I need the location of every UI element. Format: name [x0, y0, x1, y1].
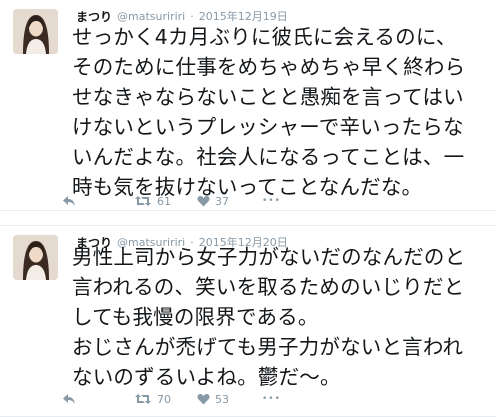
- tweet-1[interactable]: まつり @matsuririri · 2015年12月19日 せっかく4カ月ぶり…: [0, 0, 496, 211]
- avatar[interactable]: [13, 235, 58, 280]
- tweet-text-line: いんだよな。社会人になるってことは、一: [72, 145, 465, 169]
- like-count: 37: [215, 194, 229, 208]
- heart-icon: [197, 394, 210, 405]
- reply-button[interactable]: [62, 393, 76, 405]
- more-button[interactable]: •••: [262, 394, 281, 404]
- tweet-text-line: けないというプレッシャーで辛いったらな: [72, 115, 464, 139]
- avatar-image: [13, 9, 58, 54]
- like-count: 53: [215, 392, 229, 406]
- tweet-text-line: そのために仕事をめちゃめちゃ早く終わら: [72, 55, 466, 79]
- tweet-text-line: ないのずるいよね。鬱だ〜。: [72, 365, 341, 389]
- tweet-2[interactable]: まつり @matsuririri · 2015年12月20日 男性上司から女子力…: [0, 225, 496, 417]
- separator-dot: ·: [190, 9, 194, 23]
- retweet-count: 61: [157, 194, 171, 208]
- reply-button[interactable]: [62, 195, 76, 207]
- avatar-image: [13, 235, 58, 280]
- more-icon: •••: [262, 196, 281, 206]
- tweet-text: せっかく4カ月ぶりに彼氏に会えるのに、 そのために仕事をめちゃめちゃ早く終わら …: [72, 22, 488, 202]
- like-button[interactable]: 37: [197, 195, 229, 208]
- retweet-button[interactable]: 61: [134, 195, 171, 208]
- tweet-text-line: 男性上司から女子力がないだのなんだのと: [72, 245, 466, 269]
- retweet-icon: [135, 394, 151, 404]
- retweet-button[interactable]: 70: [134, 393, 171, 406]
- more-button[interactable]: •••: [262, 196, 281, 206]
- tweet-text: 男性上司から女子力がないだのなんだのと 言われるの、笑いを取るためのいじりだと …: [72, 242, 488, 392]
- tweet-text-line: おじさんが禿げても男子力がないと言われ: [72, 335, 464, 359]
- heart-icon: [197, 196, 210, 207]
- more-icon: •••: [262, 394, 281, 404]
- tweet-text-line: せなきゃならないことと愚痴を言ってはい: [72, 85, 464, 109]
- reply-icon: [63, 394, 75, 404]
- like-button[interactable]: 53: [197, 393, 229, 406]
- tweet-text-line: せっかく4カ月ぶりに彼氏に会えるのに、: [72, 25, 457, 49]
- reply-icon: [63, 196, 75, 206]
- tweet-text-line: 言われるの、笑いを取るためのいじりだと: [72, 275, 465, 299]
- avatar[interactable]: [13, 9, 58, 54]
- retweet-count: 70: [157, 392, 171, 406]
- username-handle[interactable]: @matsuririri: [117, 10, 185, 23]
- tweet-text-line: しても我慢の限界である。: [72, 305, 319, 329]
- retweet-icon: [135, 196, 151, 206]
